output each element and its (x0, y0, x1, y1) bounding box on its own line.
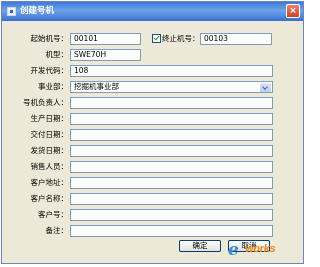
remark-label: 备注： (45, 226, 69, 235)
owner-label: 号机负责人： (23, 98, 68, 107)
sales-person-input[interactable] (70, 161, 273, 173)
delivery-date-input[interactable] (70, 129, 273, 141)
create-machine-dialog: 创建号机 × 起始机号： 00101 终止机号： 00103 机型： SWE70… (1, 1, 304, 264)
chevron-down-icon[interactable] (260, 83, 271, 92)
watermark-text: works (245, 243, 276, 255)
ship-date-label: 发货日期： (30, 146, 69, 155)
watermark-logo: e works (228, 240, 300, 260)
window-title: 创建号机 (20, 6, 55, 16)
owner-input[interactable] (70, 97, 273, 109)
customer-addr-input[interactable] (70, 177, 273, 189)
start-no-input[interactable]: 00101 (70, 33, 141, 45)
division-select[interactable]: 挖掘机事业部 (70, 81, 273, 93)
sales-person-label: 销售人员： (30, 162, 69, 171)
dev-code-input[interactable]: 108 (70, 65, 273, 77)
end-no-checkbox[interactable] (152, 34, 161, 43)
dev-code-label: 开发代码： (30, 66, 69, 75)
start-no-label: 起始机号： (30, 34, 69, 43)
model-label: 机型： (45, 50, 69, 59)
title-bar: 创建号机 × (2, 2, 303, 21)
customer-addr-label: 客户地址： (30, 178, 69, 187)
remark-input[interactable] (70, 225, 273, 237)
customer-no-label: 客户号： (38, 210, 68, 219)
close-button[interactable]: × (286, 4, 300, 18)
delivery-date-label: 交付日期： (30, 130, 69, 139)
customer-name-label: 客户名称： (30, 194, 69, 203)
ok-button[interactable]: 确定 (179, 240, 221, 252)
customer-no-input[interactable] (70, 209, 273, 221)
end-no-label: 终止机号： (162, 34, 200, 43)
model-input[interactable]: SWE70H (70, 49, 141, 61)
division-selected: 挖掘机事业部 (74, 82, 119, 91)
ship-date-input[interactable] (70, 145, 273, 157)
prod-date-input[interactable] (70, 113, 273, 125)
app-icon (7, 7, 16, 16)
end-no-input[interactable]: 00103 (200, 33, 272, 45)
division-label: 事业部： (38, 82, 68, 91)
customer-name-input[interactable] (70, 193, 273, 205)
watermark-mark: e (228, 240, 239, 260)
prod-date-label: 生产日期： (30, 114, 69, 123)
